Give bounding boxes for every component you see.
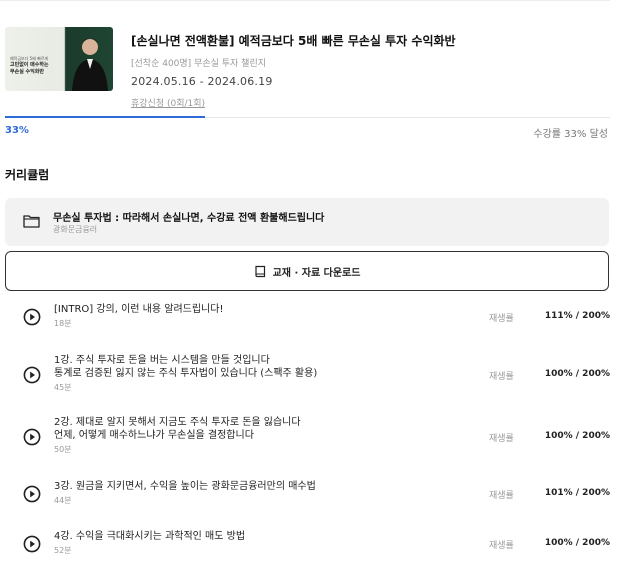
playback-rate-value: 111% / 200% — [544, 311, 610, 321]
playback-rate-value: 100% / 200% — [544, 368, 610, 379]
lesson-title-line[interactable]: [INTRO] 강의, 이런 내용 알려드립니다! — [54, 303, 223, 316]
play-circle-icon[interactable] — [23, 366, 41, 384]
playback-rate-value: 100% / 200% — [544, 430, 610, 441]
progress-bar-fill — [5, 116, 205, 118]
course-header: 예적금보다 5배 빠르게 고민없이 매수하는 무손실 수익화반 [손실나면 전액… — [5, 27, 610, 109]
folder-instructor: 광화문금융러 — [53, 225, 98, 234]
course-info: [손실나면 전액환불] 예적금보다 5배 빠른 무손실 투자 수익화반 [선착순… — [131, 27, 456, 109]
playback-rate-label: 재생률 — [489, 541, 514, 551]
lesson-duration: 52분 — [54, 546, 72, 555]
lesson-title-line[interactable]: 1강. 주식 투자로 돈을 버는 시스템을 만들 것입니다 — [54, 354, 270, 367]
progress-percent: 33% — [5, 125, 29, 136]
lesson-title-line[interactable]: 3강. 원금을 지키면서, 수익을 높이는 광화문금융러만의 매수법 — [54, 480, 316, 493]
play-circle-icon[interactable] — [23, 308, 41, 326]
folder-title: 무손실 투자법 : 따라해서 손실나면, 수강료 전액 환불해드립니다 — [53, 213, 325, 224]
lesson-title-line[interactable]: 통계로 검증된 잃지 않는 주식 투자법이 있습니다 (스팩주 활용) — [54, 367, 317, 380]
instructor-photo — [72, 38, 108, 91]
lesson-duration: 44분 — [54, 496, 72, 505]
course-title[interactable]: [손실나면 전액환불] 예적금보다 5배 빠른 무손실 투자 수익화반 — [131, 32, 456, 49]
playback-rate-label: 재생률 — [489, 491, 514, 501]
playback-rate-label: 재생률 — [489, 433, 514, 444]
playback-rate-label: 재생률 — [489, 371, 514, 382]
course-date-range: 2024.05.16 - 2024.06.19 — [131, 75, 273, 88]
lesson-title-line[interactable]: 2강. 제대로 알지 못해서 지금도 주식 투자로 돈을 잃습니다 — [54, 416, 301, 429]
thumbnail-text: 예적금보다 5배 빠르게 고민없이 매수하는 무손실 수익화반 — [10, 55, 68, 76]
download-materials-button[interactable]: 교재 · 자료 다운로드 — [5, 251, 609, 291]
playback-rate-value: 100% / 200% — [544, 538, 610, 548]
playback-rate-label: 재생률 — [489, 314, 514, 324]
thumbnail-small-text: 예적금보다 5배 빠르게 — [10, 56, 49, 61]
play-circle-icon[interactable] — [23, 535, 41, 553]
lesson-duration: 18분 — [54, 319, 72, 328]
lesson-title-line[interactable]: 4강. 수익을 극대화시키는 과학적인 매도 방법 — [54, 530, 245, 543]
lesson-duration: 45분 — [54, 383, 72, 392]
curriculum-title: 커리큘럼 — [5, 168, 50, 182]
top-divider — [0, 0, 610, 1]
play-circle-icon[interactable] — [23, 485, 41, 503]
playback-rate-value: 101% / 200% — [544, 488, 610, 498]
download-materials-label: 교재 · 자료 다운로드 — [272, 267, 361, 279]
thumbnail-line-2: 무손실 수익화반 — [10, 69, 44, 75]
progress-note: 수강률 33% 달성 — [533, 129, 608, 140]
play-circle-icon[interactable] — [23, 428, 41, 446]
folder-icon — [23, 215, 40, 228]
curriculum-folder[interactable]: 무손실 투자법 : 따라해서 손실나면, 수강료 전액 환불해드립니다 광화문금… — [5, 198, 609, 246]
progress-bar — [5, 116, 610, 118]
thumbnail-line-1: 고민없이 매수하는 — [10, 62, 49, 68]
lesson-duration: 50분 — [54, 445, 72, 454]
course-subtitle: [선착순 400명] 무손실 투자 챌린지 — [131, 59, 267, 69]
course-thumbnail[interactable]: 예적금보다 5배 빠르게 고민없이 매수하는 무손실 수익화반 — [5, 27, 113, 91]
leave-apply-link[interactable]: 휴강신청 (0회/1회) — [131, 96, 456, 109]
book-icon — [254, 265, 265, 277]
lesson-title-line[interactable]: 언제, 어떻게 매수하느냐가 무손실을 결정합니다 — [54, 429, 254, 442]
